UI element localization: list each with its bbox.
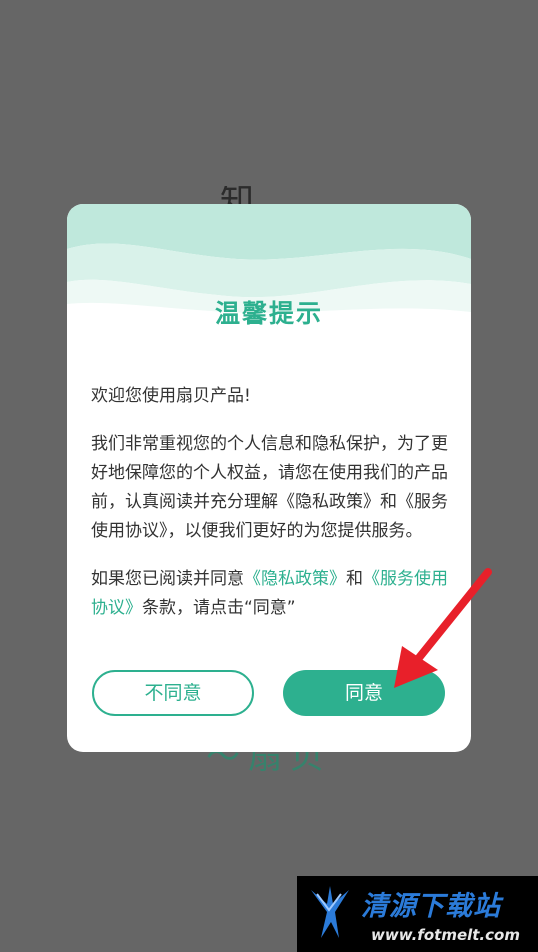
welcome-text: 欢迎您使用扇贝产品!	[91, 386, 251, 406]
consent-suffix: 条款，请点击“同意”	[142, 598, 296, 618]
dialog-title: 温馨提示	[214, 299, 323, 328]
watermark-url: www.fotmelt.com	[371, 926, 520, 944]
watermark-logo-icon	[311, 886, 349, 938]
consent-and: 和	[346, 569, 363, 589]
consent-prefix: 如果您已阅读并同意	[91, 569, 244, 589]
watermark: 清源下载站 www.fotmelt.com	[297, 876, 538, 952]
watermark-name: 清源下载站	[361, 891, 501, 922]
privacy-description: 我们非常重视您的个人信息和隐私保护，为了更好地保障您的个人权益，请您在使用我们的…	[91, 434, 448, 541]
annotation-arrow-icon	[394, 568, 492, 688]
disagree-button[interactable]: 不同意	[92, 670, 254, 716]
privacy-policy-link[interactable]: 《隐私政策》	[244, 569, 346, 589]
